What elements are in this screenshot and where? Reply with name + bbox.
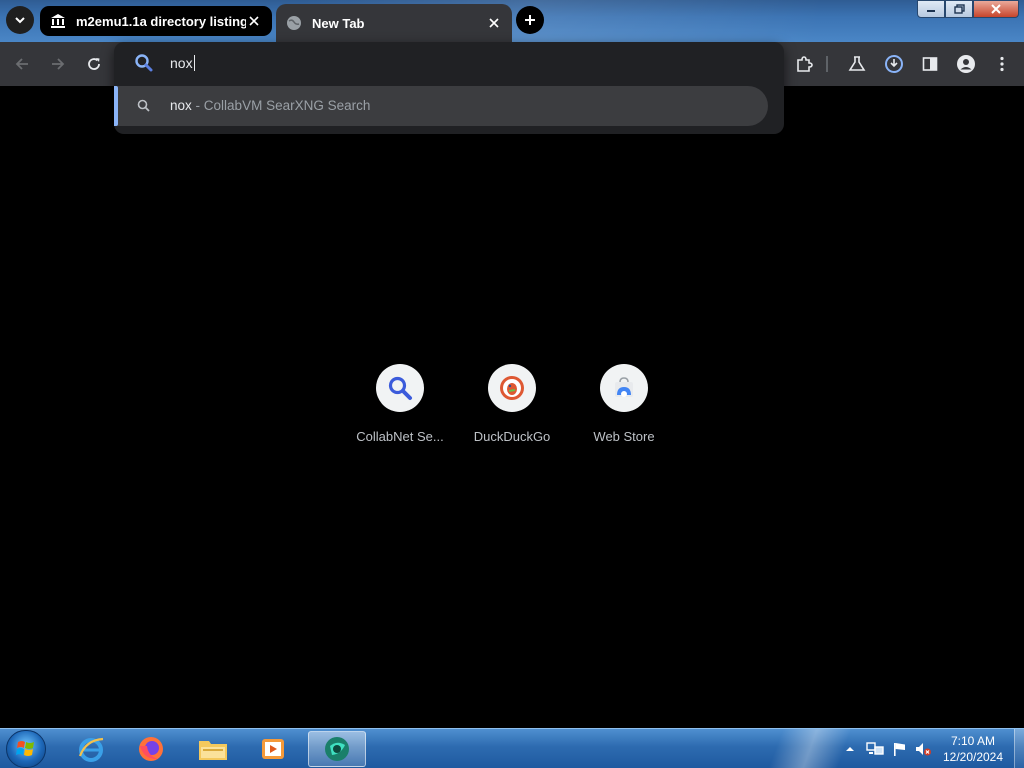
- tab-close-button[interactable]: [486, 15, 502, 31]
- side-panel-icon: [922, 57, 938, 71]
- shortcut-label: CollabNet Se...: [356, 429, 444, 444]
- shortcut-label: DuckDuckGo: [473, 429, 551, 444]
- tab-new-tab[interactable]: New Tab: [276, 4, 512, 42]
- network-icon: [866, 742, 884, 755]
- omnibox-popup: nox nox - CollabVM SearXNG Search: [114, 42, 784, 134]
- show-hidden-icons-button[interactable]: [842, 729, 858, 768]
- suggestion-provider: - CollabVM SearXNG Search: [195, 98, 371, 113]
- media-player-icon: [262, 739, 284, 759]
- taskbar-firefox[interactable]: [122, 731, 180, 767]
- toolbar-divider: [826, 56, 828, 72]
- minimize-button[interactable]: [917, 0, 945, 18]
- shortcut-label: Web Store: [593, 429, 655, 444]
- system-clock[interactable]: 7:10 AM 12/20/2024: [936, 733, 1010, 765]
- back-button[interactable]: [10, 52, 34, 76]
- search-icon: [137, 99, 150, 112]
- suggestion-query: nox: [170, 98, 192, 113]
- network-tray-icon-button[interactable]: [864, 729, 886, 768]
- suggestion-selection-accent: [114, 86, 118, 126]
- address-bar-input[interactable]: nox: [170, 55, 195, 71]
- address-bar-query: nox: [170, 55, 193, 71]
- duckduckgo-icon: [500, 376, 524, 400]
- labs-button[interactable]: [845, 52, 869, 76]
- back-icon: [15, 58, 28, 70]
- taskbar-browser[interactable]: [308, 731, 366, 767]
- action-center-tray-button[interactable]: [888, 729, 910, 768]
- globe-icon: [287, 16, 301, 30]
- tab-search-button[interactable]: [6, 6, 34, 34]
- downloads-button[interactable]: [882, 52, 906, 76]
- shortcut-web-store[interactable]: Web Store: [568, 364, 680, 454]
- text-caret: [193, 55, 195, 71]
- shortcut-icon-tile: [488, 364, 536, 412]
- clock-time: 7:10 AM: [950, 734, 996, 748]
- restore-button[interactable]: [945, 0, 973, 18]
- screen: m2emu1.1a directory listing New Tab nox …: [0, 0, 1024, 768]
- menu-button[interactable]: [990, 52, 1014, 76]
- shortcut-duckduckgo[interactable]: DuckDuckGo: [456, 364, 568, 454]
- flag-icon: [894, 743, 905, 756]
- shortcut-icon-tile: [376, 364, 424, 412]
- reload-icon: [88, 58, 100, 70]
- close-icon: [489, 18, 499, 28]
- forward-button[interactable]: [46, 52, 70, 76]
- menu-icon: [1000, 56, 1004, 72]
- plus-icon: [525, 15, 535, 25]
- shortcut-collabnet[interactable]: CollabNet Se...: [344, 364, 456, 454]
- minimize-icon: [927, 10, 935, 12]
- tab-title: New Tab: [312, 15, 365, 31]
- tab-title: m2emu1.1a directory listing: [76, 13, 246, 29]
- labs-icon: [848, 56, 866, 71]
- tab-directory-listing[interactable]: m2emu1.1a directory listing: [40, 6, 272, 36]
- extensions-button[interactable]: [792, 52, 816, 76]
- web-store-icon: [615, 377, 633, 397]
- browser-icon: [325, 737, 349, 761]
- firefox-icon: [139, 737, 163, 761]
- omnibox-suggestion[interactable]: nox - CollabVM SearXNG Search: [114, 86, 768, 126]
- restore-icon: [953, 4, 965, 14]
- taskbar-internet-explorer[interactable]: [62, 731, 120, 767]
- windows-logo-icon: [16, 741, 34, 756]
- extensions-icon: [797, 56, 813, 72]
- side-panel-button[interactable]: [918, 52, 942, 76]
- taskbar-media-player[interactable]: [244, 731, 302, 767]
- start-button[interactable]: [6, 730, 46, 768]
- suggestion-text: nox - CollabVM SearXNG Search: [170, 98, 370, 113]
- volume-tray-button[interactable]: [912, 729, 934, 768]
- chevron-up-icon: [846, 747, 854, 751]
- forward-icon: [52, 58, 65, 70]
- search-icon: [388, 376, 412, 400]
- taskbar-file-explorer[interactable]: [184, 731, 242, 767]
- new-tab-button[interactable]: [516, 6, 544, 34]
- close-icon: [991, 4, 1001, 14]
- file-explorer-icon: [199, 741, 227, 760]
- profile-button[interactable]: [954, 52, 978, 76]
- chevron-down-icon: [15, 17, 25, 24]
- profile-icon: [957, 55, 975, 73]
- shortcut-icon-tile: [600, 364, 648, 412]
- search-icon: [135, 54, 153, 72]
- show-desktop-button[interactable]: [1014, 729, 1024, 768]
- download-icon: [885, 55, 903, 73]
- tab-strip: m2emu1.1a directory listing New Tab: [0, 0, 1024, 42]
- reload-button[interactable]: [82, 52, 106, 76]
- internet-explorer-icon: [78, 737, 104, 762]
- taskbar: 7:10 AM 12/20/2024: [0, 728, 1024, 768]
- close-icon: [249, 16, 259, 26]
- bank-icon: [51, 14, 65, 28]
- window-close-button[interactable]: [973, 0, 1019, 18]
- clock-date: 12/20/2024: [942, 750, 1004, 764]
- volume-muted-icon: [916, 743, 931, 756]
- address-bar[interactable]: nox: [114, 42, 784, 84]
- tab-close-button[interactable]: [246, 13, 262, 29]
